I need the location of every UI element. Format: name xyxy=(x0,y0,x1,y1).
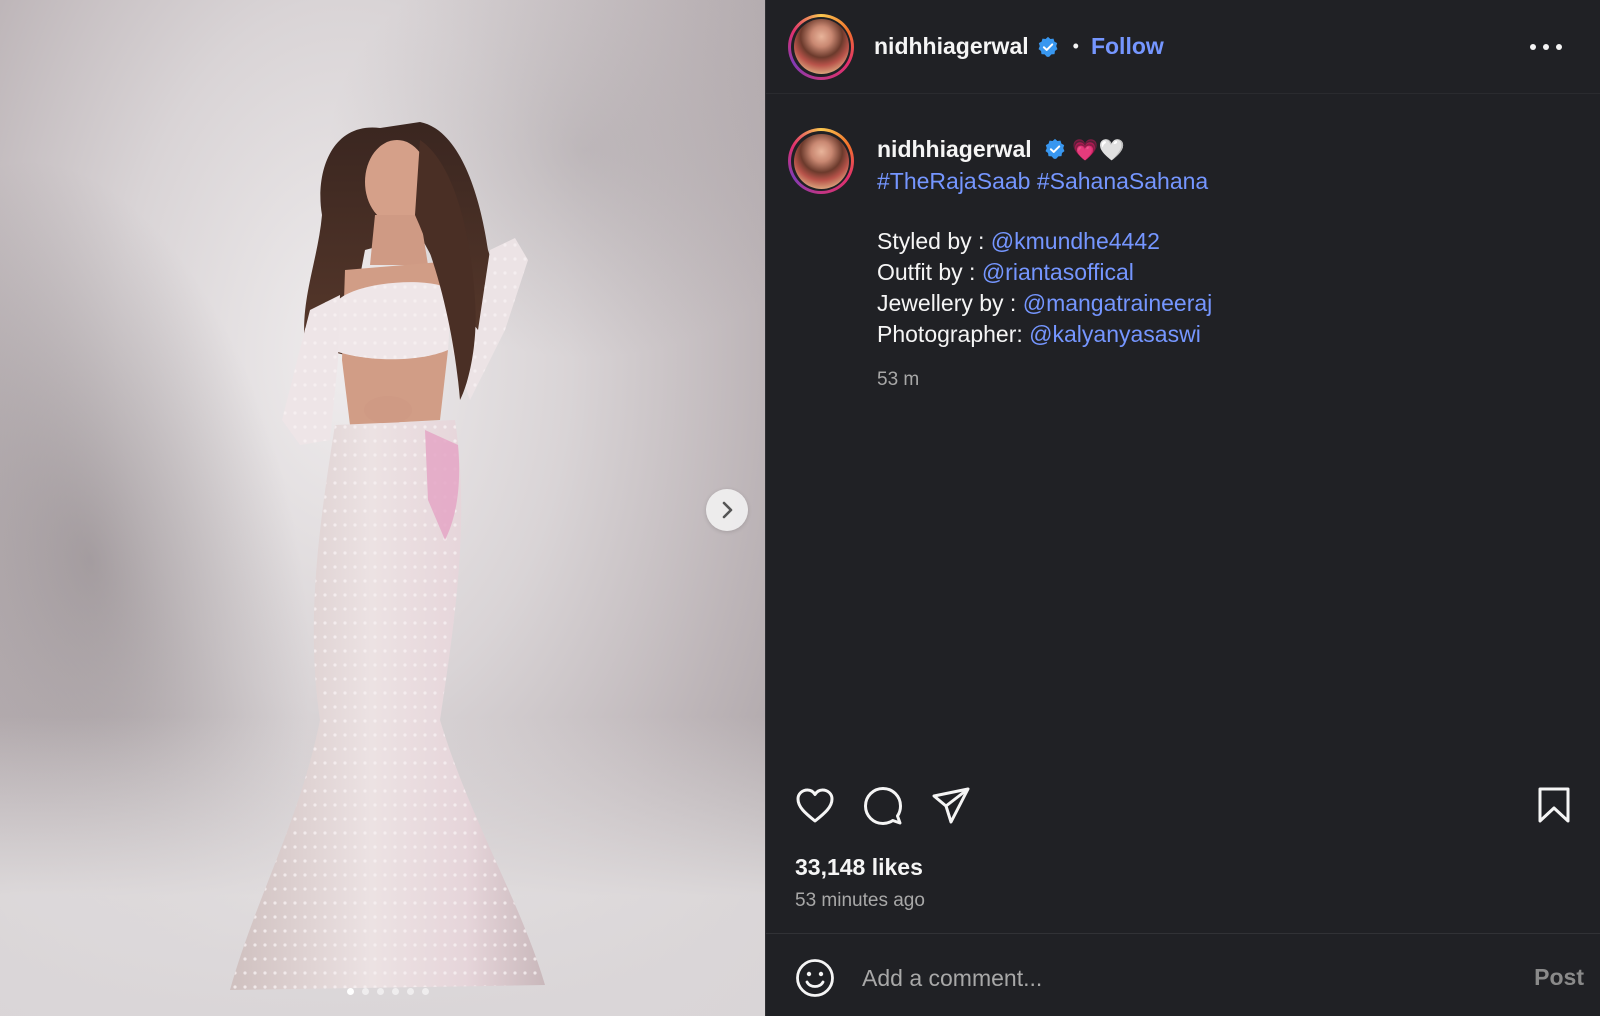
caption-username[interactable]: nidhhiagerwal xyxy=(877,136,1032,162)
verified-badge-icon xyxy=(1045,138,1065,159)
comment-button[interactable] xyxy=(862,785,904,827)
heart-icon xyxy=(796,788,834,823)
credit-line: Outfit by : @riantasoffical xyxy=(877,257,1212,288)
model-figure xyxy=(230,122,545,990)
caption-emojis: 💗🤍 xyxy=(1072,138,1125,162)
credit-handle[interactable]: @kmundhe4442 xyxy=(991,228,1160,254)
credit-handle[interactable]: @riantasoffical xyxy=(982,259,1134,285)
comment-input[interactable] xyxy=(862,958,1502,998)
post-photo[interactable] xyxy=(0,0,765,1016)
credit-label: Outfit by : xyxy=(877,259,982,285)
post-details-panel: nidhhiagerwal • Follow nidhhiagerwal 💗🤍 … xyxy=(766,0,1600,1016)
header-username[interactable]: nidhhiagerwal xyxy=(874,33,1029,60)
bookmark-icon xyxy=(1538,787,1570,823)
avatar[interactable] xyxy=(788,13,854,80)
credit-label: Styled by : xyxy=(877,228,991,254)
comment-divider xyxy=(766,933,1600,934)
carousel-dot xyxy=(361,988,369,995)
credit-line: Photographer: @kalyanyasaswi xyxy=(877,319,1212,350)
verified-badge-icon xyxy=(1038,36,1058,57)
share-icon xyxy=(932,787,970,824)
likes-count[interactable]: 33,148 likes xyxy=(795,854,923,881)
save-button[interactable] xyxy=(1534,784,1574,826)
chevron-right-icon xyxy=(722,501,733,519)
post-comment-button[interactable]: Post xyxy=(1534,964,1584,991)
carousel-dot xyxy=(346,988,354,995)
credit-handle[interactable]: @kalyanyasaswi xyxy=(1029,321,1201,347)
emoji-icon xyxy=(796,959,834,997)
instagram-post-view: nidhhiagerwal • Follow nidhhiagerwal 💗🤍 … xyxy=(0,0,1600,1016)
post-header: nidhhiagerwal • Follow xyxy=(766,0,1600,94)
caption-timestamp[interactable]: 53 m xyxy=(877,364,1212,395)
post-caption: nidhhiagerwal 💗🤍 #TheRajaSaab #SahanaSah… xyxy=(788,128,1578,395)
comment-composer: Post xyxy=(794,956,1584,1000)
carousel-dot xyxy=(391,988,399,995)
carousel-dot xyxy=(376,988,384,995)
carousel-dot xyxy=(421,988,429,995)
carousel-indicator xyxy=(0,988,765,995)
like-button[interactable] xyxy=(794,785,836,827)
credit-handle[interactable]: @mangatraineeraj xyxy=(1023,290,1213,316)
post-timestamp[interactable]: 53 minutes ago xyxy=(795,890,925,912)
carousel-dot xyxy=(406,988,414,995)
credit-line: Jewellery by : @mangatraineeraj xyxy=(877,288,1212,319)
follow-button[interactable]: Follow xyxy=(1091,33,1164,60)
emoji-picker-button[interactable] xyxy=(794,957,836,999)
credit-label: Jewellery by : xyxy=(877,290,1023,316)
caption-hashtags[interactable]: #TheRajaSaab #SahanaSahana xyxy=(877,166,1212,197)
separator-dot: • xyxy=(1072,36,1079,56)
comment-icon xyxy=(864,787,902,825)
credit-line: Styled by : @kmundhe4442 xyxy=(877,226,1212,257)
caption-avatar[interactable] xyxy=(788,128,854,194)
more-options-icon[interactable] xyxy=(1530,36,1562,58)
next-photo-button[interactable] xyxy=(706,489,748,531)
credit-label: Photographer: xyxy=(877,321,1030,347)
share-button[interactable] xyxy=(930,785,972,827)
action-bar xyxy=(794,784,1574,828)
caption-text: nidhhiagerwal 💗🤍 #TheRajaSaab #SahanaSah… xyxy=(877,134,1212,395)
